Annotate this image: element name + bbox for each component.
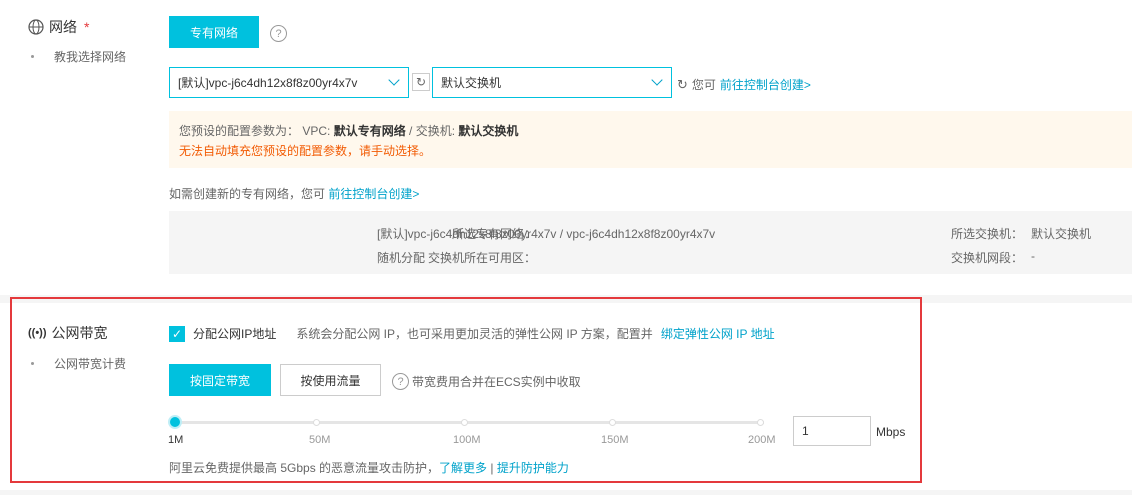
vpc-type-button[interactable]: 专有网络: [169, 16, 259, 48]
tick-label-50m: 50M: [309, 434, 331, 446]
tick-label-150m: 150M: [601, 434, 629, 446]
network-title: 网络: [49, 19, 77, 35]
summary-vpc-value: [默认]vpc-j6c4dh12x8f8z00yr4x7v / vpc-j6c4…: [377, 227, 716, 241]
chevron-down-icon: [388, 74, 400, 86]
assign-ip-checkbox[interactable]: ✓: [169, 325, 185, 342]
slider-handle[interactable]: [168, 415, 182, 429]
slider-tick: [461, 419, 468, 426]
refresh-icon[interactable]: ↻: [677, 77, 688, 93]
summary-cidr-label: 交换机网段：: [951, 251, 1024, 265]
summary-vswitch-label: 所选交换机：: [951, 227, 1024, 241]
slider-tick: [313, 419, 320, 426]
network-help-link[interactable]: 教我选择网络: [31, 48, 126, 65]
bandwidth-sub-label-text: 公网带宽计费: [54, 357, 127, 371]
separator: |: [490, 461, 494, 475]
traffic-billing-button[interactable]: 按使用流量: [280, 364, 381, 396]
ddos-hint: 阿里云免费提供最高 5Gbps 的恶意流量攻击防护，了解更多 | 提升防护能力: [169, 459, 569, 476]
create-hint-prefix: 您可: [691, 78, 716, 92]
bandwidth-unit: Mbps: [876, 425, 906, 439]
new-vpc-hint: 如需创建新的专有网络，您可 前往控制台创建>: [169, 185, 419, 202]
fee-hint: ? 带宽费用合并在ECS实例中收取: [392, 373, 581, 390]
tick-label-1m: 1M: [168, 434, 184, 446]
new-vpc-console-link[interactable]: 前往控制台创建>: [328, 187, 419, 201]
bandwidth-input[interactable]: [793, 416, 871, 446]
summary-zone-label: 交换机所在可用区：: [427, 251, 536, 265]
broadcast-icon: ((•)): [28, 327, 47, 339]
create-console-link[interactable]: 前往控制台创建>: [720, 76, 811, 93]
question-icon[interactable]: ?: [392, 373, 409, 390]
notice-vpc-value: 默认专有网络: [333, 124, 406, 138]
required-mark: *: [84, 19, 90, 35]
tick-label-100m: 100M: [453, 434, 481, 446]
network-help-label: 教我选择网络: [54, 50, 127, 64]
assign-ip-label: 分配公网IP地址: [193, 327, 277, 341]
slider-track: [174, 421, 764, 424]
vpc-select[interactable]: [默认]vpc-j6c4dh12x8f8z00yr4x7v: [169, 67, 409, 98]
vpc-refresh-icon[interactable]: ↻: [412, 73, 430, 91]
bottom-divider: [0, 490, 1132, 495]
notice-mid: / 交换机:: [409, 124, 456, 138]
preset-notice: 您预设的配置参数为： VPC: 默认专有网络 / 交换机: 默认交换机 无法自动…: [169, 111, 1132, 168]
slider-tick: [757, 419, 764, 426]
assign-ip-hint: 系统会分配公网 IP，也可采用更加灵活的弹性公网 IP 方案，配置并: [296, 327, 653, 341]
bullet-icon: [31, 55, 34, 58]
network-section-title: 网络 *: [28, 17, 89, 37]
new-vpc-hint-text: 如需创建新的专有网络，您可: [169, 187, 326, 201]
chevron-down-icon: [651, 74, 663, 86]
create-hint: ↻ 您可 前往控制台创建>: [677, 76, 811, 93]
bind-eip-link[interactable]: 绑定弹性公网 IP 地址: [661, 325, 775, 342]
assign-ip-row: ✓ 分配公网IP地址 系统会分配公网 IP，也可采用更加灵活的弹性公网 IP 方…: [169, 325, 775, 342]
notice-vswitch-value: 默认交换机: [458, 124, 519, 138]
summary-cidr-value: -: [1031, 249, 1035, 263]
fixed-bandwidth-button[interactable]: 按固定带宽: [169, 364, 271, 396]
vswitch-select[interactable]: 默认交换机: [432, 67, 672, 98]
slider-tick: [609, 419, 616, 426]
upgrade-protection-link[interactable]: 提升防护能力: [497, 461, 569, 475]
bullet-icon: [31, 362, 34, 365]
notice-line1: 您预设的配置参数为： VPC: 默认专有网络 / 交换机: 默认交换机: [179, 122, 518, 139]
bandwidth-title: 公网带宽: [51, 325, 108, 341]
summary-vswitch-value: 默认交换机: [1031, 227, 1092, 241]
vswitch-select-value: 默认交换机: [441, 76, 502, 90]
notice-prefix: 您预设的配置参数为： VPC:: [179, 124, 331, 138]
network-summary: 所选专有网络： [默认]vpc-j6c4dh12x8f8z00yr4x7v / …: [169, 211, 1132, 274]
bandwidth-slider[interactable]: [168, 412, 770, 432]
tick-label-200m: 200M: [748, 434, 776, 446]
help-icon[interactable]: ?: [270, 25, 287, 42]
bandwidth-sub-label[interactable]: 公网带宽计费: [31, 355, 126, 372]
notice-line2: 无法自动填充您预设的配置参数，请手动选择。: [179, 144, 432, 158]
bandwidth-section-title: ((•)) 公网带宽: [28, 323, 108, 343]
learn-more-link[interactable]: 了解更多: [439, 461, 487, 475]
globe-icon: [28, 19, 44, 35]
fee-hint-text: 带宽费用合并在ECS实例中收取: [412, 375, 581, 389]
ddos-text: 阿里云免费提供最高 5Gbps 的恶意流量攻击防护，: [169, 461, 440, 475]
vpc-select-value: [默认]vpc-j6c4dh12x8f8z00yr4x7v: [178, 76, 358, 90]
summary-zone-value: 随机分配: [377, 251, 426, 265]
